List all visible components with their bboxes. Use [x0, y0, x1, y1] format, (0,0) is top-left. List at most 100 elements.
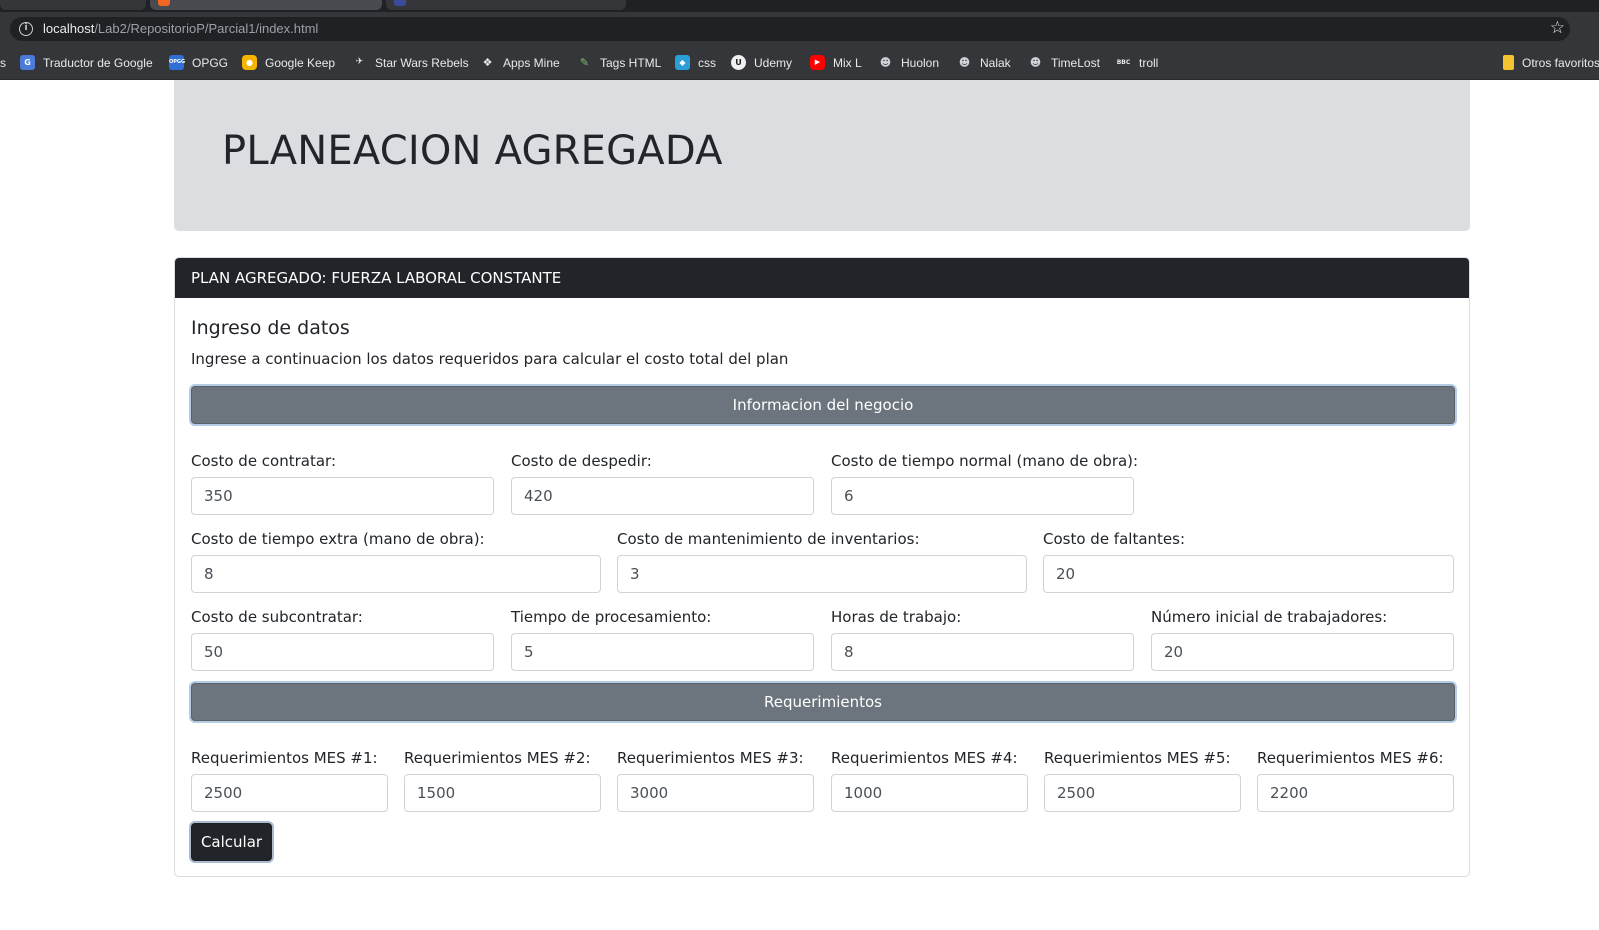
css-icon: ◆: [675, 55, 690, 71]
work-hours-label: Horas de trabajo:: [831, 608, 962, 626]
subcontract-cost-input[interactable]: [191, 633, 494, 671]
requirement-month-3-input[interactable]: [617, 774, 814, 812]
folder-icon: [1503, 55, 1514, 71]
initial-workers-input[interactable]: [1151, 633, 1454, 671]
google-translate-icon: G: [20, 55, 35, 71]
work-hours-group: Horas de trabajo:: [831, 608, 1134, 671]
requirement-month-5-group: Requerimientos MES #5:: [1044, 749, 1241, 812]
bookmark-folder-other[interactable]: Otros favoritos: [1503, 55, 1599, 71]
subcontract-cost-label: Costo de subcontratar:: [191, 608, 363, 626]
subcontract-cost-group: Costo de subcontratar:: [191, 608, 494, 671]
requirement-month-6-group: Requerimientos MES #6:: [1257, 749, 1454, 812]
fire-cost-input[interactable]: [511, 477, 814, 515]
initial-workers-group: Número inicial de trabajadores:: [1151, 608, 1454, 671]
processing-time-label: Tiempo de procesamiento:: [511, 608, 712, 626]
browser-tab[interactable]: [386, 0, 626, 10]
overtime-cost-label: Costo de tiempo extra (mano de obra):: [191, 530, 485, 548]
url-text[interactable]: localhost/Lab2/RepositorioP/Parcial1/ind…: [43, 21, 318, 36]
url-host: localhost: [43, 21, 95, 36]
inventory-cost-input[interactable]: [617, 555, 1027, 593]
initial-workers-label: Número inicial de trabajadores:: [1151, 608, 1388, 626]
jumbotron: PLANEACION AGREGADA: [174, 80, 1470, 231]
shortage-cost-input[interactable]: [1043, 555, 1454, 593]
fire-cost-label: Costo de despedir:: [511, 452, 652, 470]
inventory-cost-group: Costo de mantenimiento de inventarios:: [617, 530, 1027, 593]
hire-cost-group: Costo de contratar:: [191, 452, 494, 515]
requirement-month-2-group: Requerimientos MES #2:: [404, 749, 601, 812]
opgg-icon: OPGG: [169, 55, 185, 71]
processing-time-group: Tiempo de procesamiento:: [511, 608, 814, 671]
card-title: Ingreso de datos: [191, 317, 350, 339]
requirement-month-4-group: Requerimientos MES #4:: [831, 749, 1028, 812]
business-info-button[interactable]: Informacion del negocio: [191, 386, 1455, 424]
bbc-icon: BBC: [1116, 59, 1131, 67]
regular-time-cost-group: Costo de tiempo normal (mano de obra):: [831, 452, 1139, 515]
star-wars-icon: ✈: [355, 57, 364, 68]
bookmark-item[interactable]: ◆ css: [675, 55, 716, 71]
shortage-cost-group: Costo de faltantes:: [1043, 530, 1454, 593]
calculate-button[interactable]: Calcular: [191, 823, 272, 861]
apps-mine-icon: ❖: [482, 56, 493, 70]
timelost-icon: ☻: [1029, 56, 1042, 70]
bookmark-item[interactable]: BBC troll: [1116, 55, 1159, 71]
requirement-month-3-label: Requerimientos MES #3:: [617, 749, 804, 767]
site-info-icon[interactable]: i: [19, 22, 33, 36]
bookmark-item[interactable]: ☻ Huolon: [878, 55, 939, 71]
nalak-icon: ☻: [958, 56, 971, 70]
requirement-month-3-group: Requerimientos MES #3:: [617, 749, 814, 812]
card-description: Ingrese a continuacion los datos requeri…: [191, 350, 789, 368]
overtime-cost-input[interactable]: [191, 555, 601, 593]
bookmark-item[interactable]: ❖ Apps Mine: [480, 55, 560, 71]
tags-html-icon: ✎: [579, 56, 590, 70]
udemy-icon: U: [731, 55, 746, 71]
plan-card: PLAN AGREGADO: FUERZA LABORAL CONSTANTE …: [174, 257, 1470, 877]
shortage-cost-label: Costo de faltantes:: [1043, 530, 1186, 548]
huolon-icon: ☻: [879, 56, 892, 70]
tab-strip: [0, 0, 1599, 12]
browser-tab[interactable]: [0, 0, 146, 10]
bookmark-item[interactable]: ● Google Keep: [242, 55, 335, 71]
requirement-month-4-input[interactable]: [831, 774, 1028, 812]
requirement-month-1-label: Requerimientos MES #1:: [191, 749, 378, 767]
card-header: PLAN AGREGADO: FUERZA LABORAL CONSTANTE: [175, 258, 1469, 298]
bookmark-item[interactable]: ▶ Mix L: [810, 55, 862, 71]
bookmark-item[interactable]: ✎ Tags HTML: [577, 55, 661, 71]
bookmark-item[interactable]: s: [0, 55, 6, 71]
browser-tab-active[interactable]: [150, 0, 382, 10]
processing-time-input[interactable]: [511, 633, 814, 671]
hire-cost-input[interactable]: [191, 477, 494, 515]
requirement-month-2-input[interactable]: [404, 774, 601, 812]
requirements-button[interactable]: Requerimientos: [191, 683, 1455, 721]
browser-toolbar: i localhost/Lab2/RepositorioP/Parcial1/i…: [0, 12, 1599, 46]
requirement-month-1-input[interactable]: [191, 774, 388, 812]
google-keep-icon: ●: [242, 55, 257, 71]
hire-cost-label: Costo de contratar:: [191, 452, 337, 470]
tab-favicon-icon: [158, 0, 170, 6]
regular-time-cost-input[interactable]: [831, 477, 1134, 515]
youtube-icon: ▶: [810, 55, 825, 71]
overtime-cost-group: Costo de tiempo extra (mano de obra):: [191, 530, 601, 593]
bookmark-item[interactable]: ☻ TimeLost: [1028, 55, 1100, 71]
bookmark-item[interactable]: G Traductor de Google: [20, 55, 153, 71]
bookmarks-bar: s G Traductor de Google OPGG OPGG ● Google …: [0, 46, 1599, 80]
bookmark-item[interactable]: U Udemy: [731, 55, 792, 71]
requirement-month-5-label: Requerimientos MES #5:: [1044, 749, 1231, 767]
regular-time-cost-label: Costo de tiempo normal (mano de obra):: [831, 452, 1139, 470]
tab-favicon-icon: [394, 0, 406, 6]
bookmark-item[interactable]: ✈ Star Wars Rebels: [352, 55, 469, 71]
bookmark-item[interactable]: OPGG OPGG: [169, 55, 228, 71]
requirement-month-4-label: Requerimientos MES #4:: [831, 749, 1018, 767]
requirement-month-6-input[interactable]: [1257, 774, 1454, 812]
fire-cost-group: Costo de despedir:: [511, 452, 814, 515]
bookmark-item[interactable]: ☻ Nalak: [957, 55, 1011, 71]
inventory-cost-label: Costo de mantenimiento de inventarios:: [617, 530, 920, 548]
address-bar[interactable]: i localhost/Lab2/RepositorioP/Parcial1/i…: [10, 17, 1570, 41]
requirement-month-1-group: Requerimientos MES #1:: [191, 749, 388, 812]
requirement-month-5-input[interactable]: [1044, 774, 1241, 812]
bookmark-star-icon[interactable]: ☆: [1550, 19, 1565, 37]
url-path: /Lab2/RepositorioP/Parcial1/index.html: [94, 21, 319, 36]
work-hours-input[interactable]: [831, 633, 1134, 671]
requirement-month-2-label: Requerimientos MES #2:: [404, 749, 591, 767]
requirement-month-6-label: Requerimientos MES #6:: [1257, 749, 1444, 767]
page-title: PLANEACION AGREGADA: [222, 128, 723, 174]
